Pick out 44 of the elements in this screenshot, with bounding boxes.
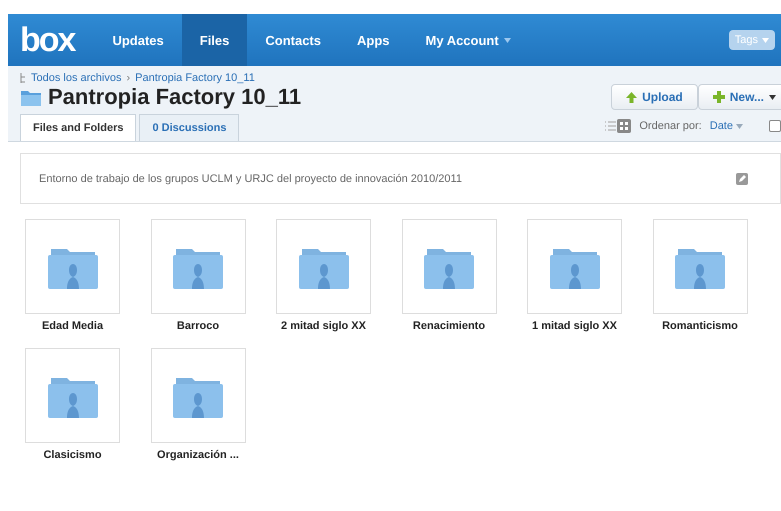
folder-tile[interactable] <box>652 219 748 314</box>
sort-dropdown[interactable]: Date <box>710 120 743 132</box>
nav-tab[interactable]: Apps <box>339 14 408 66</box>
select-all-checkbox[interactable] <box>769 120 781 132</box>
new-button[interactable]: New... <box>698 84 781 110</box>
nav-tab[interactable]: Contacts <box>247 14 339 66</box>
logo[interactable]: box <box>8 23 94 57</box>
folder-icon <box>20 88 42 106</box>
folder-tile[interactable] <box>276 219 371 314</box>
folder-tile[interactable] <box>25 219 120 314</box>
folder-name[interactable]: Barroco <box>176 320 220 332</box>
grid-view-icon[interactable] <box>617 119 632 133</box>
folder-name[interactable]: 1 mitad siglo XX <box>532 320 617 332</box>
folder-name[interactable]: Organización ... <box>157 449 239 461</box>
folder-title: Pantropia Factory 10_11 <box>48 84 302 110</box>
tree-icon <box>20 73 26 83</box>
caret-icon <box>762 38 769 42</box>
list-view-icon[interactable] <box>603 119 618 133</box>
folder-name[interactable]: Romanticismo <box>662 320 738 332</box>
folder-tile[interactable] <box>150 219 246 314</box>
folder-tile[interactable] <box>527 219 622 314</box>
breadcrumb-separator: › <box>126 72 130 84</box>
edit-icon[interactable] <box>736 172 748 184</box>
folder-description: Entorno de trabajo de los grupos UCLM y URJC del proyecto de innovación 2010/2011 <box>39 172 462 184</box>
folder-name[interactable]: Renacimiento <box>412 320 486 332</box>
nav-tab[interactable]: Updates <box>94 14 182 66</box>
folder-name[interactable]: Edad Media <box>42 320 104 332</box>
folder-name[interactable]: 2 mitad siglo XX <box>281 320 366 332</box>
tab[interactable]: 0 Discussions <box>139 114 240 141</box>
upload-button[interactable]: Upload <box>611 84 698 110</box>
sort-label: Ordenar por: <box>639 120 702 132</box>
folder-tile[interactable] <box>150 348 246 443</box>
nav-tab[interactable]: My Account <box>408 14 529 66</box>
caret-icon <box>769 94 776 100</box>
caret-icon <box>736 124 743 128</box>
nav-tab[interactable]: Files <box>182 14 248 66</box>
breadcrumb-link[interactable]: Todos los archivos <box>31 72 122 84</box>
breadcrumb-link[interactable]: Pantropia Factory 10_11 <box>135 72 255 84</box>
folder-tile[interactable] <box>402 219 496 314</box>
folder-name[interactable]: Clasicismo <box>43 449 102 461</box>
plus-icon <box>712 91 725 103</box>
folder-tile[interactable] <box>25 348 120 443</box>
up-arrow-icon <box>626 92 638 102</box>
tab[interactable]: Files and Folders <box>20 114 136 141</box>
